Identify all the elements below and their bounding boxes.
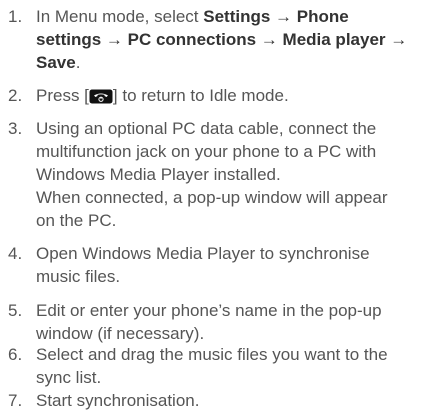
- step-number: 5.: [8, 301, 23, 320]
- menu-path-text: settings → PC connections → Media player…: [36, 30, 408, 49]
- step-text: Start synchronisation.: [36, 391, 200, 410]
- step-text: ] to return to Idle mode.: [112, 86, 289, 105]
- menu-path-text: Settings → Phone: [203, 7, 349, 26]
- step-text: on the PC.: [36, 211, 117, 230]
- step-text: .: [75, 53, 81, 72]
- step-text: In Menu mode, select: [36, 7, 204, 26]
- step-text: Open Windows Media Player to synchronise: [36, 244, 370, 263]
- step-text: music files.: [36, 267, 121, 286]
- end-call-power-key-icon: [89, 89, 113, 104]
- step-number: 4.: [8, 244, 23, 263]
- step-text: multifunction jack on your phone to a PC…: [36, 142, 377, 161]
- step-number: 6.: [8, 345, 23, 364]
- instruction-list: 1. In Menu mode, select Settings → Phone…: [0, 0, 439, 414]
- step-number: 2.: [8, 86, 23, 105]
- step-number: 3.: [8, 119, 23, 138]
- step-number: 7.: [8, 391, 23, 410]
- step-text: Edit or enter your phone’s name in the p…: [36, 301, 382, 320]
- step-text: sync list.: [36, 368, 102, 387]
- step-number: 1.: [8, 7, 23, 26]
- step-text: Select and drag the music files you want…: [36, 345, 388, 364]
- step-text: Press [: [36, 86, 89, 105]
- step-text: Using an optional PC data cable, connect…: [36, 119, 377, 138]
- step-text: window (if necessary).: [36, 324, 205, 343]
- step-text: When connected, a pop-up window will app…: [36, 188, 388, 207]
- step-text: Windows Media Player installed.: [36, 165, 281, 184]
- menu-path-text: Save: [36, 53, 76, 72]
